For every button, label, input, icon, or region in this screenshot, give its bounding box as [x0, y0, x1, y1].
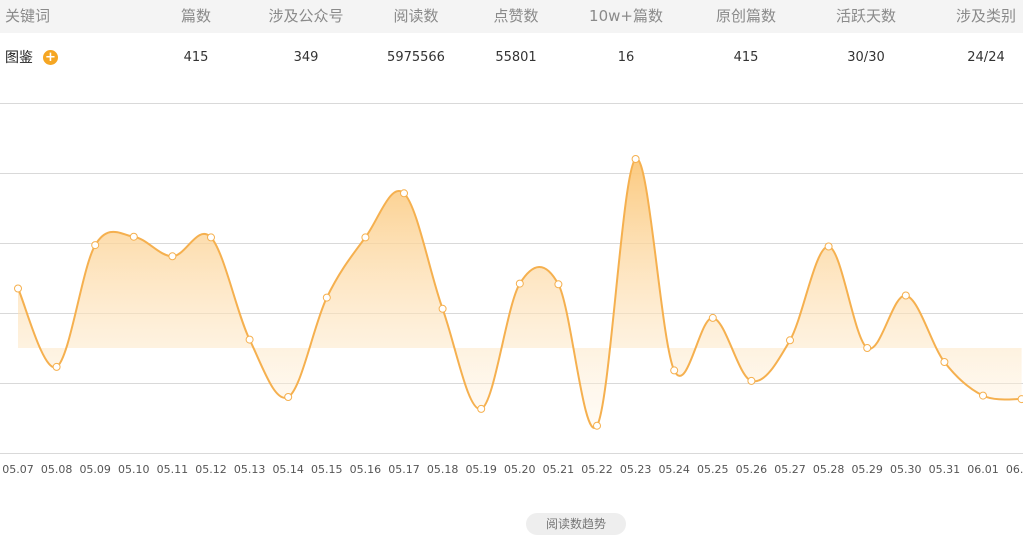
reads-area: [18, 158, 1022, 428]
data-point-05.31[interactable]: [940, 358, 949, 366]
data-point-05.18[interactable]: [438, 304, 447, 313]
data-point-05.23[interactable]: [631, 155, 640, 163]
x-tick-label: 05.19: [465, 463, 497, 476]
reads-trend-chart: 05.07 05.08 05.09 05.10 05.11 05.12 05.13 05.14…: [0, 103, 1023, 476]
x-tick-label: 05.27: [774, 463, 806, 476]
x-tick-label: 05.09: [79, 463, 111, 476]
data-point-06.02[interactable]: [1017, 395, 1023, 404]
x-tick-label: 05.22: [581, 463, 613, 476]
x-tick-label: 05.16: [350, 463, 382, 476]
legend-reads-trend[interactable]: 阅读数趋势: [526, 513, 626, 535]
header-accounts: 涉及公众号: [268, 7, 344, 25]
10w-articles-value: 16: [617, 50, 635, 65]
header-keyword: 关键词: [5, 7, 51, 25]
x-tick-label: 05.15: [311, 463, 343, 476]
data-point-05.13[interactable]: [245, 335, 254, 344]
data-point-05.11[interactable]: [168, 252, 177, 261]
x-tick-label: 05.29: [851, 463, 883, 476]
header-10w-articles: 10w+篇数: [589, 7, 663, 25]
x-tick-label: 05.08: [41, 463, 73, 476]
data-point-05.07[interactable]: [14, 284, 22, 293]
x-axis-labels: 05.07 05.08 05.09 05.10 05.11 05.12 05.13 05.14…: [2, 463, 1023, 476]
data-point-05.21[interactable]: [554, 280, 563, 289]
likes-value: 55801: [495, 50, 537, 65]
x-tick-label: 05.12: [195, 463, 227, 476]
data-point-05.14[interactable]: [284, 393, 293, 401]
original-articles-value: 415: [733, 50, 759, 65]
data-point-05.20[interactable]: [515, 279, 524, 288]
x-tick-label: 06.01: [967, 463, 999, 476]
data-point-05.12[interactable]: [207, 233, 215, 242]
x-tick-label: 05.17: [388, 463, 420, 476]
x-tick-label: 05.25: [697, 463, 729, 476]
stats-table-header: 关键词 篇数 涉及公众号 阅读数 点赞数 10w+篇数 原创篇数 活跃天数 涉及…: [0, 0, 1023, 33]
header-likes: 点赞数: [493, 7, 539, 25]
x-tick-label: 05.26: [736, 463, 768, 476]
data-point-05.25[interactable]: [708, 313, 717, 322]
data-point-05.24[interactable]: [670, 366, 679, 375]
reads-value: 5975566: [387, 50, 445, 65]
data-point-05.29[interactable]: [863, 344, 872, 352]
stats-table-row: 图鉴 + 415 349 5975566 55801 16 415 30/30 2…: [0, 33, 1023, 83]
x-tick-label: 05.07: [2, 463, 34, 476]
x-tick-label: 05.10: [118, 463, 150, 476]
x-tick-label: 05.11: [157, 463, 189, 476]
data-point-05.30[interactable]: [901, 291, 910, 300]
categories-value: 24/24: [967, 50, 1005, 65]
x-tick-label: 05.31: [929, 463, 961, 476]
x-tick-label: 05.14: [272, 463, 304, 476]
header-reads: 阅读数: [393, 7, 439, 25]
plus-circle-icon[interactable]: +: [43, 50, 58, 65]
header-articles: 篇数: [180, 7, 212, 25]
header-active-days: 活跃天数: [835, 7, 897, 25]
x-tick-label: 05.21: [543, 463, 575, 476]
x-tick-label: 06.02: [1006, 463, 1023, 476]
x-tick-label: 05.18: [427, 463, 459, 476]
x-tick-label: 05.28: [813, 463, 845, 476]
data-point-05.28[interactable]: [824, 242, 833, 251]
keyword-value: 图鉴: [5, 50, 33, 66]
keyword-cell: 图鉴 +: [5, 33, 58, 84]
header-original-articles: 原创篇数: [715, 7, 777, 25]
x-tick-label: 05.24: [658, 463, 690, 476]
data-point-05.10[interactable]: [129, 232, 138, 241]
x-tick-label: 05.23: [620, 463, 652, 476]
x-tick-label: 05.20: [504, 463, 536, 476]
data-point-05.17[interactable]: [400, 189, 408, 198]
data-point-05.09[interactable]: [91, 241, 100, 250]
x-tick-label: 05.13: [234, 463, 266, 476]
data-point-05.27[interactable]: [786, 336, 794, 345]
data-point-05.15[interactable]: [322, 293, 331, 302]
data-point-06.01[interactable]: [979, 391, 987, 400]
data-point-05.19[interactable]: [477, 404, 486, 413]
active-days-value: 30/30: [847, 50, 885, 65]
x-tick-label: 05.30: [890, 463, 922, 476]
data-point-05.08[interactable]: [52, 362, 61, 371]
data-point-05.22[interactable]: [593, 421, 601, 430]
data-point-05.16[interactable]: [361, 233, 370, 242]
header-categories: 涉及类别: [955, 7, 1017, 25]
data-point-05.26[interactable]: [747, 376, 756, 385]
accounts-value: 349: [293, 50, 319, 65]
articles-value: 415: [183, 50, 209, 65]
